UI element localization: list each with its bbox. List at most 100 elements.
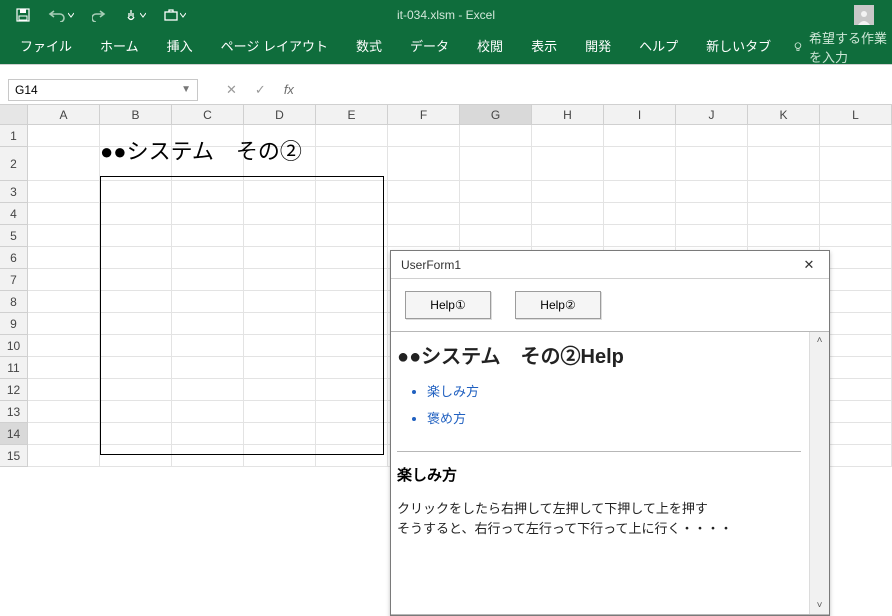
sheet-shape-box[interactable] (100, 176, 384, 455)
cell-I2[interactable] (604, 147, 676, 181)
cell-J2[interactable] (676, 147, 748, 181)
cell-A6[interactable] (28, 247, 100, 269)
user-avatar-icon[interactable] (854, 5, 874, 25)
col-B[interactable]: B (100, 105, 172, 124)
tab-new[interactable]: 新しいタブ (692, 30, 785, 64)
tab-home[interactable]: ホーム (86, 30, 153, 64)
cell-H4[interactable] (532, 203, 604, 225)
cell-A12[interactable] (28, 379, 100, 401)
cell-A3[interactable] (28, 181, 100, 203)
row-8[interactable]: 8 (0, 291, 28, 313)
cell-L8[interactable] (820, 291, 892, 313)
fx-icon[interactable]: fx (284, 82, 294, 97)
cell-K1[interactable] (748, 125, 820, 147)
cell-A5[interactable] (28, 225, 100, 247)
row-14[interactable]: 14 (0, 423, 28, 445)
tab-insert[interactable]: 挿入 (153, 30, 207, 64)
col-H[interactable]: H (532, 105, 604, 124)
row-5[interactable]: 5 (0, 225, 28, 247)
tab-file[interactable]: ファイル (6, 30, 86, 64)
tab-data[interactable]: データ (396, 30, 463, 64)
cell-I3[interactable] (604, 181, 676, 203)
cell-L9[interactable] (820, 313, 892, 335)
cell-A14[interactable] (28, 423, 100, 445)
cell-A11[interactable] (28, 357, 100, 379)
row-11[interactable]: 11 (0, 357, 28, 379)
tab-formula[interactable]: 数式 (342, 30, 396, 64)
cell-G4[interactable] (460, 203, 532, 225)
cell-A9[interactable] (28, 313, 100, 335)
cell-F4[interactable] (388, 203, 460, 225)
cell-F2[interactable] (388, 147, 460, 181)
cell-G2[interactable] (460, 147, 532, 181)
cell-I5[interactable] (604, 225, 676, 247)
tab-review[interactable]: 校閲 (463, 30, 517, 64)
cell-L5[interactable] (820, 225, 892, 247)
cell-L11[interactable] (820, 357, 892, 379)
worksheet[interactable]: A B C D E F G H I J K L 1234567891011121… (0, 105, 892, 537)
touch-mode-icon[interactable] (124, 8, 146, 22)
cell-F3[interactable] (388, 181, 460, 203)
col-A[interactable]: A (28, 105, 100, 124)
redo-icon[interactable] (92, 8, 106, 22)
cell-F5[interactable] (388, 225, 460, 247)
cell-J1[interactable] (676, 125, 748, 147)
enter-icon[interactable]: ✓ (255, 82, 266, 98)
row-2[interactable]: 2 (0, 147, 28, 181)
cell-F1[interactable] (388, 125, 460, 147)
chevron-down-icon[interactable]: ▼ (181, 84, 191, 95)
tab-dev[interactable]: 開発 (571, 30, 625, 64)
row-13[interactable]: 13 (0, 401, 28, 423)
row-15[interactable]: 15 (0, 445, 28, 467)
col-D[interactable]: D (244, 105, 316, 124)
cell-H5[interactable] (532, 225, 604, 247)
row-4[interactable]: 4 (0, 203, 28, 225)
cell-J3[interactable] (676, 181, 748, 203)
cell-K3[interactable] (748, 181, 820, 203)
cell-I4[interactable] (604, 203, 676, 225)
cell-A13[interactable] (28, 401, 100, 423)
cell-L14[interactable] (820, 423, 892, 445)
cell-L13[interactable] (820, 401, 892, 423)
cell-A8[interactable] (28, 291, 100, 313)
col-L[interactable]: L (820, 105, 892, 124)
tab-view[interactable]: 表示 (517, 30, 571, 64)
scrollbar[interactable]: ˄ ˅ (809, 332, 829, 614)
name-box[interactable]: G14 ▼ (8, 79, 198, 101)
cell-G5[interactable] (460, 225, 532, 247)
cell-G3[interactable] (460, 181, 532, 203)
row-7[interactable]: 7 (0, 269, 28, 291)
row-3[interactable]: 3 (0, 181, 28, 203)
tab-help[interactable]: ヘルプ (625, 30, 692, 64)
tell-me[interactable]: 希望する作業を入力 (793, 28, 892, 66)
cell-A15[interactable] (28, 445, 100, 467)
cell-H1[interactable] (532, 125, 604, 147)
cell-A7[interactable] (28, 269, 100, 291)
select-all-corner[interactable] (0, 105, 28, 124)
col-J[interactable]: J (676, 105, 748, 124)
cell-G1[interactable] (460, 125, 532, 147)
col-I[interactable]: I (604, 105, 676, 124)
cell-A2[interactable] (28, 147, 100, 181)
cell-L7[interactable] (820, 269, 892, 291)
help-link-2[interactable]: 褒め方 (427, 408, 801, 427)
cell-L10[interactable] (820, 335, 892, 357)
row-12[interactable]: 12 (0, 379, 28, 401)
col-K[interactable]: K (748, 105, 820, 124)
row-6[interactable]: 6 (0, 247, 28, 269)
col-E[interactable]: E (316, 105, 388, 124)
cell-J4[interactable] (676, 203, 748, 225)
cell-E1[interactable] (316, 125, 388, 147)
briefcase-icon[interactable] (164, 8, 186, 22)
cell-K5[interactable] (748, 225, 820, 247)
col-C[interactable]: C (172, 105, 244, 124)
row-1[interactable]: 1 (0, 125, 28, 147)
col-G[interactable]: G (460, 105, 532, 124)
cell-L3[interactable] (820, 181, 892, 203)
help-link-1[interactable]: 楽しみ方 (427, 381, 801, 400)
cell-K2[interactable] (748, 147, 820, 181)
tab-layout[interactable]: ページ レイアウト (207, 30, 342, 64)
cell-L6[interactable] (820, 247, 892, 269)
row-9[interactable]: 9 (0, 313, 28, 335)
row-10[interactable]: 10 (0, 335, 28, 357)
